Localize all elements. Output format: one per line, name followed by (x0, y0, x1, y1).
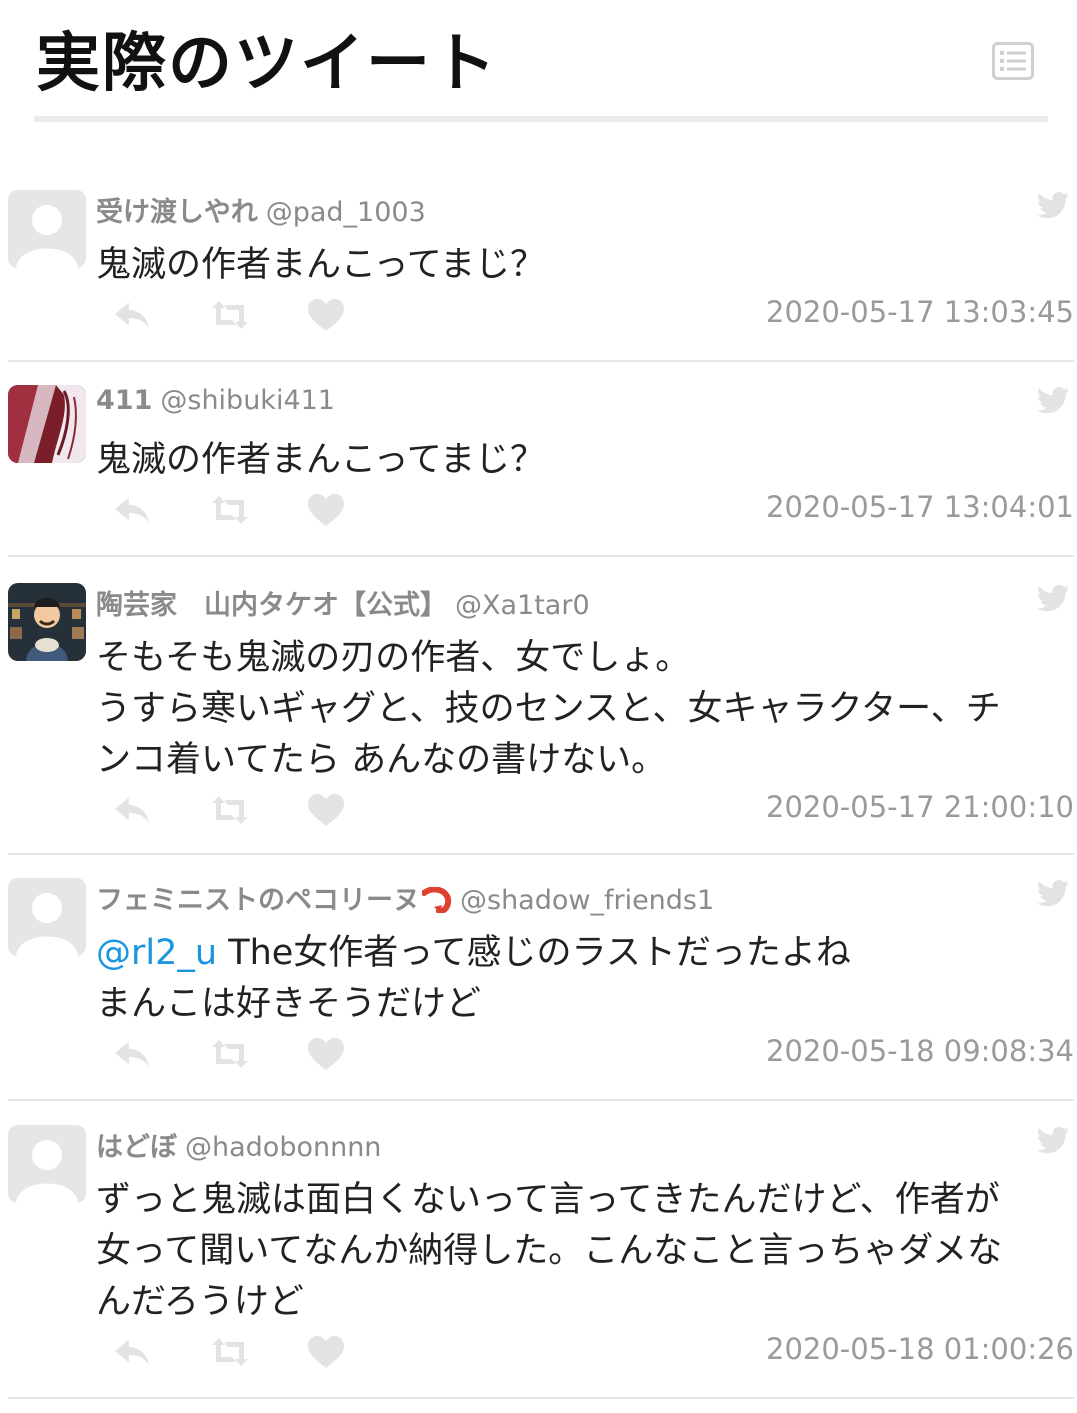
author-name[interactable]: 陶芸家 山内タケオ【公式】 (96, 590, 447, 621)
retweet-icon[interactable] (210, 297, 250, 333)
tweet-item: 受け渡しやれ @pad_1003 鬼滅の作者まんこってまじ？ 2020-05-17 1… (8, 190, 1074, 362)
tweet-body: 鬼滅の作者まんこってまじ？ (96, 435, 1066, 486)
author-name[interactable]: フェミニストのペコリーヌ (96, 885, 420, 916)
potter-avatar[interactable] (8, 583, 86, 661)
tweet-body: ずっと鬼滅は面白くないって言ってきたんだけど、作者が 女って聞いてなんか納得した。… (96, 1175, 1066, 1328)
twitter-bird-icon[interactable] (1036, 1125, 1070, 1155)
tweet-actions (112, 1036, 352, 1072)
reply-icon[interactable] (112, 1334, 152, 1370)
tweet-text: まんこは好きそうだけど (96, 984, 482, 1024)
author-handle[interactable]: @pad_1003 (266, 197, 426, 228)
tweet-timestamp[interactable]: 2020-05-17 13:03:45 (766, 295, 1074, 329)
tweet-text: ずっと鬼滅は面白くないって言ってきたんだけど、作者が (96, 1180, 1000, 1220)
page-header: 実際のツイート (34, 0, 1048, 122)
tweet-actions (112, 492, 352, 528)
like-heart-icon[interactable] (306, 492, 346, 528)
author-handle[interactable]: @hadobonnnn (185, 1132, 381, 1163)
tweet-text: んだろうけど (96, 1282, 304, 1322)
author-handle[interactable]: @shibuki411 (160, 385, 335, 416)
like-heart-icon[interactable] (306, 792, 346, 828)
reply-icon[interactable] (112, 1036, 152, 1072)
retweet-icon[interactable] (210, 492, 250, 528)
like-heart-icon[interactable] (306, 1334, 346, 1370)
twitter-bird-icon[interactable] (1036, 385, 1070, 415)
page-title: 実際のツイート (36, 27, 498, 101)
twitter-bird-icon[interactable] (1036, 583, 1070, 613)
header-divider (34, 116, 1048, 122)
tweet-author[interactable]: フェミニストのペコリーヌ @shadow_friends1 (96, 878, 714, 916)
tweet-text-line: うすら寒いギャグと、技のセンスと、女キャラクター、チ (96, 684, 1066, 735)
tweet-text-line: @rl2_u The女作者って感じのラストだったよね (96, 928, 1066, 979)
like-heart-icon[interactable] (306, 297, 346, 333)
tweet-actions (112, 792, 352, 828)
tweet-text: 女って聞いてなんか納得した。こんなこと言っちゃダメな (96, 1231, 1003, 1271)
tweet-text: ンコ着いてたら あんなの書けない。 (96, 740, 667, 780)
anime-avatar[interactable] (8, 385, 86, 463)
list-icon[interactable] (992, 42, 1034, 80)
default-avatar[interactable] (8, 190, 86, 268)
tweet-author[interactable]: はどぼ @hadobonnnn (96, 1125, 381, 1163)
tweet-text-line: んだろうけど (96, 1277, 1066, 1328)
default-avatar[interactable] (8, 878, 86, 956)
tweet-timestamp[interactable]: 2020-05-18 01:00:26 (766, 1332, 1074, 1366)
tweet-author[interactable]: 陶芸家 山内タケオ【公式】 @Xa1tar0 (96, 583, 590, 621)
mention-link[interactable]: @rl2_u (96, 933, 217, 973)
tweet-text-line: 女って聞いてなんか納得した。こんなこと言っちゃダメな (96, 1226, 1066, 1277)
default-avatar[interactable] (8, 1125, 86, 1203)
tweet-text-line: 鬼滅の作者まんこってまじ？ (96, 435, 1066, 486)
tweet-text-line: ずっと鬼滅は面白くないって言ってきたんだけど、作者が (96, 1175, 1066, 1226)
reply-icon[interactable] (112, 297, 152, 333)
retweet-icon[interactable] (210, 1334, 250, 1370)
tweet-text-line: ンコ着いてたら あんなの書けない。 (96, 735, 1066, 786)
tweet-body: そもそも鬼滅の刃の作者、女でしょ。うすら寒いギャグと、技のセンスと、女キャラクタ… (96, 633, 1066, 786)
tweet-text: The女作者って感じのラストだったよね (217, 933, 851, 973)
shrimp-icon (421, 886, 452, 915)
tweet-text: 鬼滅の作者まんこってまじ？ (96, 245, 546, 285)
retweet-icon[interactable] (210, 792, 250, 828)
like-heart-icon[interactable] (306, 1036, 346, 1072)
author-name[interactable]: 411 (96, 385, 152, 416)
tweet-author[interactable]: 411 @shibuki411 (96, 385, 335, 421)
tweet-item: 411 @shibuki411 鬼滅の作者まんこってまじ？ 2020-05-17 13… (8, 385, 1074, 557)
tweet-text: うすら寒いギャグと、技のセンスと、女キャラクター、チ (96, 689, 1001, 729)
tweet-actions (112, 1334, 352, 1370)
reply-icon[interactable] (112, 792, 152, 828)
tweet-author[interactable]: 受け渡しやれ @pad_1003 (96, 190, 426, 228)
author-handle[interactable]: @shadow_friends1 (460, 885, 714, 916)
tweet-timestamp[interactable]: 2020-05-18 09:08:34 (766, 1034, 1074, 1068)
tweet-text-line: まんこは好きそうだけど (96, 979, 1066, 1030)
tweet-actions (112, 297, 352, 333)
retweet-icon[interactable] (210, 1036, 250, 1072)
twitter-bird-icon[interactable] (1036, 190, 1070, 220)
author-name[interactable]: 受け渡しやれ (96, 197, 258, 228)
tweet-body: @rl2_u The女作者って感じのラストだったよねまんこは好きそうだけど (96, 928, 1066, 1030)
tweet-item: フェミニストのペコリーヌ @shadow_friends1 @rl2_u The女作… (8, 878, 1074, 1101)
tweet-body: 鬼滅の作者まんこってまじ？ (96, 240, 1066, 291)
twitter-bird-icon[interactable] (1036, 878, 1070, 908)
tweet-text-line: 鬼滅の作者まんこってまじ？ (96, 240, 1066, 291)
tweet-text: そもそも鬼滅の刃の作者、女でしょ。 (96, 638, 691, 678)
author-name[interactable]: はどぼ (96, 1132, 177, 1163)
reply-icon[interactable] (112, 492, 152, 528)
tweet-text-line: そもそも鬼滅の刃の作者、女でしょ。 (96, 633, 1066, 684)
tweet-text: 鬼滅の作者まんこってまじ？ (96, 440, 546, 480)
tweet-item: はどぼ @hadobonnnn ずっと鬼滅は面白くないって言ってきたんだけど、作者が… (8, 1125, 1074, 1399)
tweet-timestamp[interactable]: 2020-05-17 21:00:10 (766, 790, 1074, 824)
author-handle[interactable]: @Xa1tar0 (455, 590, 590, 621)
tweet-timestamp[interactable]: 2020-05-17 13:04:01 (766, 490, 1074, 524)
tweet-item: 陶芸家 山内タケオ【公式】 @Xa1tar0 そもそも鬼滅の刃の作者、女でしょ。うす… (8, 583, 1074, 855)
